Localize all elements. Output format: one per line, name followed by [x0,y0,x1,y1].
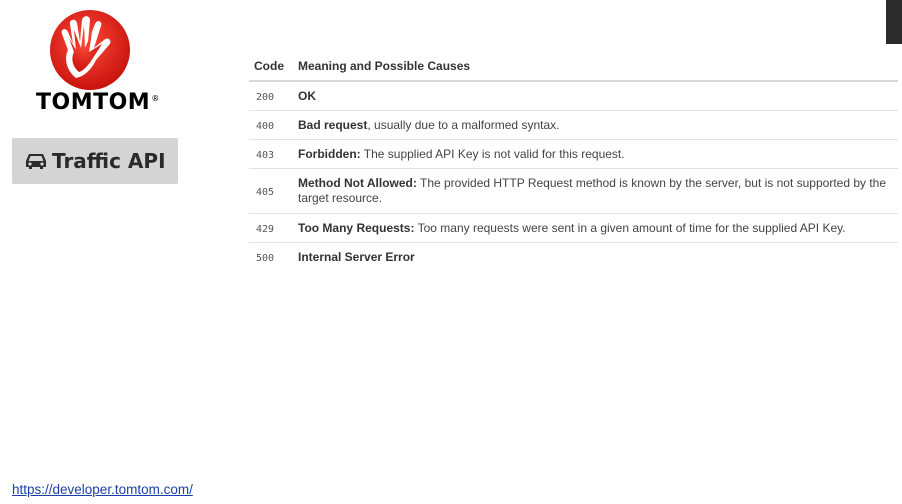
traffic-api-badge: Traffic API [12,138,178,184]
registered-mark: ® [151,93,160,103]
status-description: Too many requests were sent in a given a… [414,220,846,235]
status-code: 405 [256,187,275,198]
status-term: OK [298,88,316,103]
tomtom-wordmark: TOMTOM® [36,90,160,115]
table-row: 400 Bad request, usually due to a malfor… [249,111,898,140]
table-row: 500 Internal Server Error [249,243,898,271]
status-description: The supplied API Key is not valid for th… [360,146,625,161]
status-term: Method Not Allowed: [298,176,417,190]
status-description: , usually due to a malformed syntax. [367,117,560,132]
status-code-table: Code Meaning and Possible Causes 200 OK … [249,52,898,271]
status-code: 403 [256,150,275,161]
status-term: Bad request [298,117,368,132]
car-icon [26,154,46,169]
status-code: 400 [256,121,275,132]
table-header: Code Meaning and Possible Causes [249,52,898,82]
status-term: Forbidden: [298,146,361,161]
status-term: Internal Server Error [298,249,415,264]
tomtom-hand-logo-icon [50,10,130,90]
corner-bar [886,0,902,44]
header-meaning: Meaning and Possible Causes [298,58,471,73]
table-row: 405 Method Not Allowed: The provided HTT… [249,169,898,214]
status-code: 429 [256,224,275,235]
developer-site-link[interactable]: https://developer.tomtom.com/ [12,482,193,497]
table-row: 429 Too Many Requests: Too many requests… [249,214,898,243]
tomtom-logo: TOMTOM® [30,8,160,116]
table-row: 200 OK [249,82,898,111]
badge-label: Traffic API [52,149,166,173]
header-code: Code [254,59,284,73]
status-code: 200 [256,92,275,103]
status-code: 500 [256,253,275,264]
status-term: Too Many Requests: [298,220,415,235]
table-row: 403 Forbidden: The supplied API Key is n… [249,140,898,169]
